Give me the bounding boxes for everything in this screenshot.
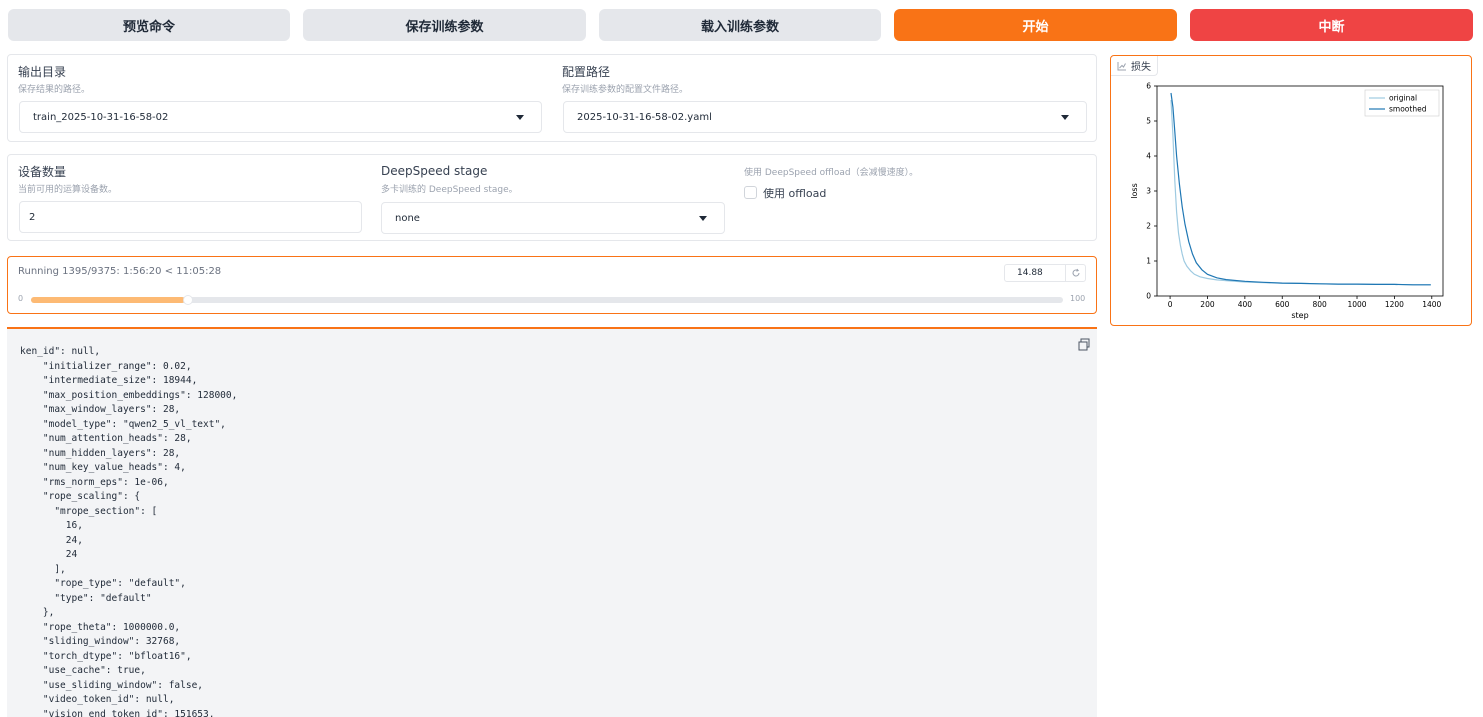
output-dir-label: 输出目录	[18, 65, 67, 79]
chevron-down-icon	[516, 115, 524, 120]
output-dir-dropdown[interactable]: train_2025-10-31-16-58-02	[19, 101, 542, 133]
chevron-down-icon	[1061, 115, 1069, 120]
config-path-value: 2025-10-31-16-58-02.yaml	[577, 111, 712, 123]
ds-stage-label: DeepSpeed stage	[381, 164, 488, 178]
chevron-down-icon	[699, 216, 707, 221]
preview-command-button[interactable]: 预览命令	[8, 9, 290, 41]
start-button[interactable]: 开始	[894, 9, 1177, 41]
distributed-panel: 设备数量 当前可用的运算设备数。 2 DeepSpeed stage 多卡训练的…	[7, 154, 1097, 241]
config-path-label: 配置路径	[562, 65, 611, 79]
action-toolbar: 预览命令 保存训练参数 载入训练参数 开始 中断	[0, 0, 1483, 50]
ds-offload-info: 使用 DeepSpeed offload（会减慢速度）。	[744, 168, 919, 178]
device-count-label: 设备数量	[18, 165, 67, 179]
output-log-text: ken_id": null, "initializer_range": 0.02…	[20, 346, 238, 717]
y-tick-label: 4	[1146, 152, 1151, 161]
legend-label-smoothed: smoothed	[1389, 105, 1427, 114]
x-tick-label: 0	[1168, 300, 1173, 309]
output-dir-value: train_2025-10-31-16-58-02	[33, 111, 169, 123]
y-tick-label: 3	[1146, 187, 1151, 196]
device-count-info: 当前可用的运算设备数。	[18, 185, 118, 195]
output-log: ken_id": null, "initializer_range": 0.02…	[7, 327, 1097, 717]
loss-plot-title: 损失	[1131, 62, 1151, 73]
load-args-button[interactable]: 载入训练参数	[599, 9, 881, 41]
chart-icon	[1117, 61, 1126, 70]
device-count-field[interactable]: 2	[19, 201, 362, 233]
ds-stage-value: none	[395, 212, 420, 224]
config-path-dropdown[interactable]: 2025-10-31-16-58-02.yaml	[563, 101, 1087, 133]
y-tick-label: 5	[1146, 117, 1151, 126]
y-tick-label: 0	[1146, 292, 1151, 301]
save-args-button[interactable]: 保存训练参数	[303, 9, 586, 41]
x-axis-label: step	[1291, 311, 1308, 320]
slider-max-label: 100	[1070, 294, 1086, 303]
output-dir-info: 保存结果的路径。	[18, 85, 91, 95]
x-tick-label: 1200	[1385, 300, 1404, 309]
series-line-original	[1170, 99, 1431, 286]
y-tick-label: 6	[1146, 82, 1151, 91]
x-tick-label: 1400	[1422, 300, 1441, 309]
x-tick-label: 600	[1275, 300, 1290, 309]
reset-icon[interactable]	[1071, 268, 1081, 278]
config-path-info: 保存训练参数的配置文件路径。	[562, 85, 689, 95]
x-tick-label: 400	[1238, 300, 1253, 309]
abort-button[interactable]: 中断	[1190, 9, 1473, 41]
slider-min-label: 0	[18, 294, 24, 303]
x-tick-label: 1000	[1347, 300, 1366, 309]
ds-offload-checkbox[interactable]	[744, 186, 757, 199]
x-tick-label: 800	[1312, 300, 1327, 309]
paths-panel: 输出目录 保存结果的路径。 train_2025-10-31-16-58-02 …	[7, 54, 1097, 142]
progress-panel: Running 1395/9375: 1:56:20 < 11:05:28 14…	[7, 256, 1097, 314]
progress-value: 14.88	[1017, 268, 1043, 278]
plot-frame	[1156, 85, 1444, 297]
y-tick-label: 2	[1146, 222, 1151, 231]
ds-offload-label: 使用 offload	[763, 187, 827, 200]
progress-slider-fill	[31, 297, 185, 303]
number-divider	[1065, 265, 1066, 281]
copy-icon[interactable]	[1077, 338, 1091, 352]
device-count-value: 2	[29, 211, 36, 223]
legend-label-original: original	[1389, 94, 1417, 103]
loss-chart: 0 200 400 600 800 1000 1200 1400 0 1 2 3 4 5 6 step loss…	[1130, 82, 1444, 320]
series-line-smoothed	[1170, 92, 1431, 286]
progress-number-field[interactable]: 14.88	[1004, 264, 1086, 282]
loss-plot-panel: 损失 0 200 400 600 800 1000 1200 1400 0 1 2 3 4 5 6 step l…	[1110, 55, 1472, 326]
x-tick-label: 200	[1200, 300, 1215, 309]
y-axis-label: loss	[1130, 183, 1139, 198]
progress-slider[interactable]	[31, 295, 1063, 305]
progress-slider-thumb[interactable]	[183, 295, 193, 305]
ds-stage-info: 多卡训练的 DeepSpeed stage。	[381, 185, 518, 195]
loss-plot-label: 损失	[1111, 56, 1158, 76]
ds-stage-dropdown[interactable]: none	[381, 202, 725, 234]
progress-status: Running 1395/9375: 1:56:20 < 11:05:28	[18, 266, 222, 277]
y-tick-label: 1	[1146, 257, 1151, 266]
